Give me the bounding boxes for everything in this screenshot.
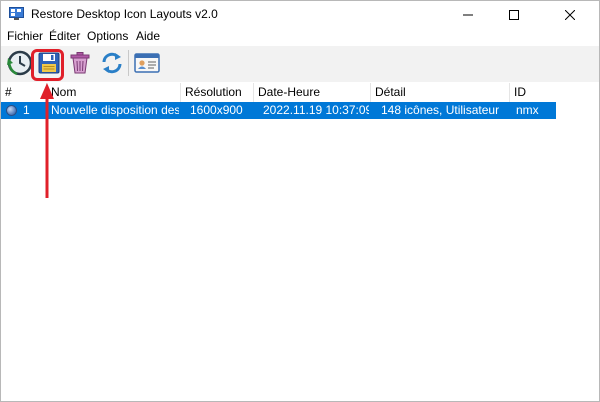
app-window: Restore Desktop Icon Layouts v2.0 Fichie… (0, 0, 600, 402)
annotation-arrow (40, 83, 54, 198)
